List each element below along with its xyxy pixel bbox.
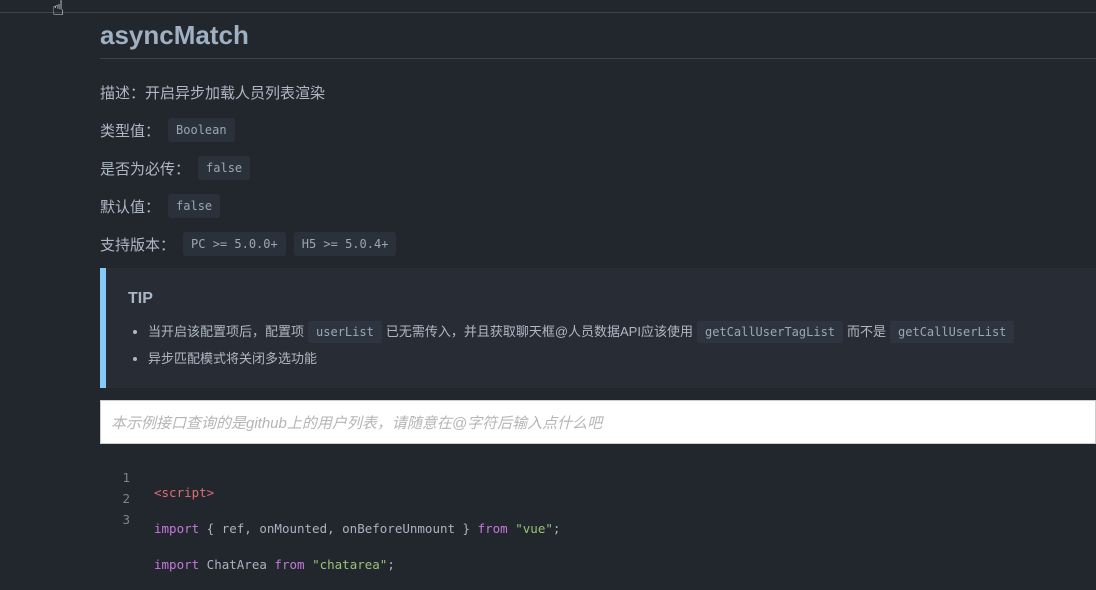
- required-row: 是否为必传： false: [100, 156, 251, 180]
- value-code: false: [198, 156, 251, 180]
- label: 描述：: [100, 84, 146, 102]
- text: 已无需传入，并且获取聊天框@人员数据API应该使用: [385, 324, 693, 339]
- tip-item: 异步匹配模式将关闭多选功能: [148, 345, 1018, 372]
- t: ChatArea: [199, 557, 275, 572]
- t: from: [274, 557, 305, 572]
- t: import: [154, 557, 200, 572]
- h5-version-code: H5 >= 5.0.4+: [293, 232, 397, 256]
- top-divider: [0, 12, 1096, 13]
- text: 当开启该配置项后，配置项: [148, 324, 305, 339]
- label: 支持版本：: [100, 236, 176, 254]
- code: userList: [308, 321, 382, 343]
- label: 类型值：: [100, 122, 161, 140]
- placeholder: 本示例接口查询的是github上的用户列表，请随意在@字符后输入点什么吧: [111, 414, 603, 432]
- hand-cursor-icon: ☝: [52, 0, 65, 20]
- value-code: false: [168, 194, 221, 218]
- t: { ref, onMounted, onBeforeUnmount }: [199, 521, 478, 536]
- version-row: 支持版本： PC >= 5.0.0+ H5 >= 5.0.4+: [100, 232, 397, 256]
- label: 是否为必传：: [100, 160, 191, 178]
- value-code: Boolean: [168, 118, 235, 142]
- tip-item: 当开启该配置项后，配置项userList已无需传入，并且获取聊天框@人员数据AP…: [148, 318, 1018, 345]
- t: import: [154, 521, 200, 536]
- t: "chatarea": [312, 557, 388, 572]
- t: from: [477, 521, 508, 536]
- t: ;: [552, 521, 561, 536]
- chat-input[interactable]: 本示例接口查询的是github上的用户列表，请随意在@字符后输入点什么吧: [100, 400, 1096, 444]
- default-row: 默认值： false: [100, 194, 221, 218]
- tip-heading: TIP: [128, 290, 153, 307]
- t: "vue": [515, 521, 553, 536]
- pc-version-code: PC >= 5.0.0+: [183, 232, 286, 256]
- line-number: 1: [122, 470, 130, 485]
- text: 而不是: [847, 324, 887, 339]
- code: getCallUserList: [890, 321, 1015, 343]
- code: getCallUserTagList: [696, 321, 844, 343]
- line-number: 2: [122, 491, 130, 506]
- tip-box: TIP 当开启该配置项后，配置项userList已无需传入，并且获取聊天框@人员…: [100, 268, 1096, 388]
- code-line: import { ref, onMounted, onBeforeUnmount…: [154, 518, 560, 539]
- title-divider: [100, 58, 1096, 59]
- label: 默认值：: [100, 198, 161, 216]
- value: 开启异步加载人员列表渲染: [145, 84, 326, 102]
- description-row: 描述： 开启异步加载人员列表渲染: [100, 80, 325, 104]
- t: ;: [387, 557, 395, 572]
- code-line: import ChatArea from "chatarea";: [154, 554, 560, 575]
- code-line: <script>: [154, 485, 215, 500]
- line-numbers: 123: [100, 467, 130, 530]
- page-title: asyncMatch: [100, 20, 249, 50]
- type-row: 类型值： Boolean: [100, 118, 235, 142]
